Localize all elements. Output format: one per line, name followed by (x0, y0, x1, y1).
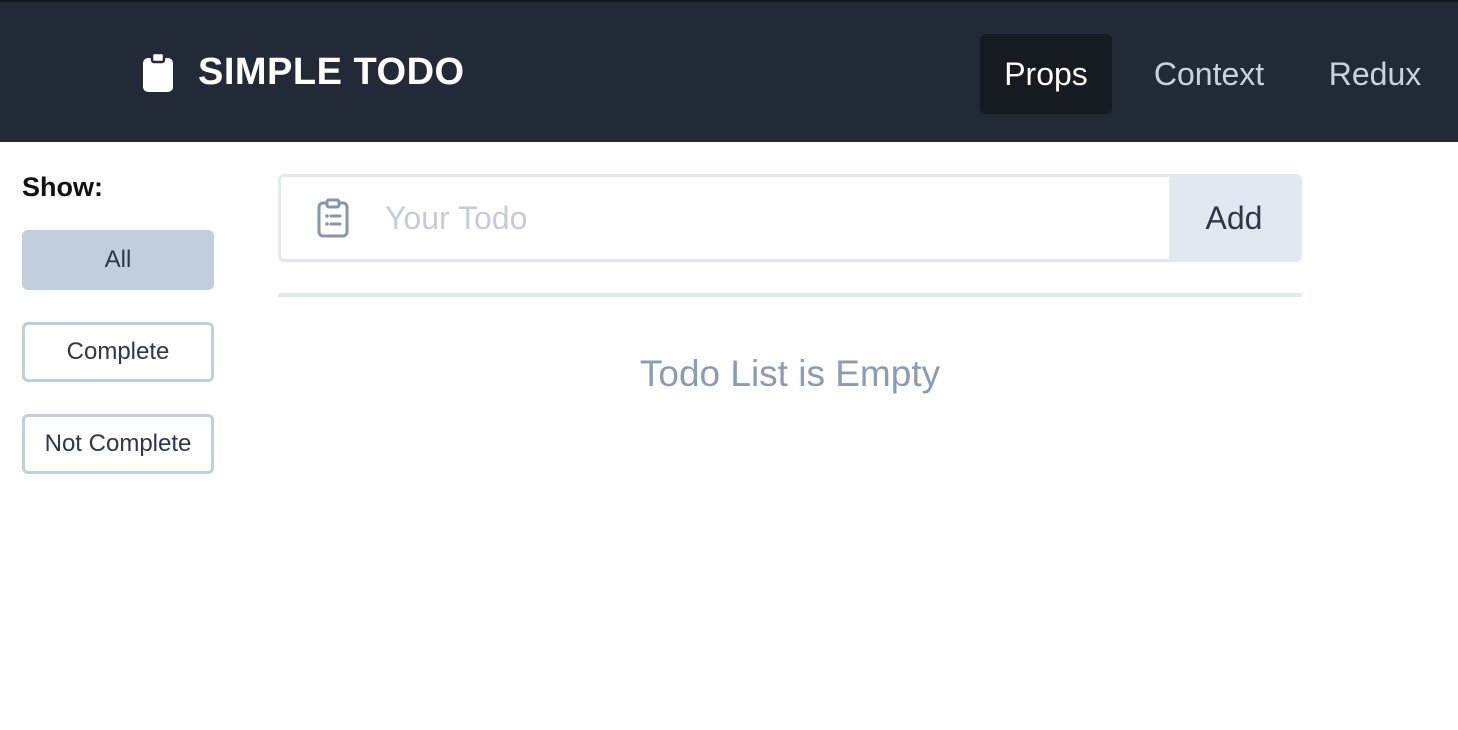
clipboard-list-icon (281, 177, 385, 259)
clipboard-icon (142, 52, 174, 92)
filter-complete-button[interactable]: Complete (22, 322, 214, 382)
app-title: SIMPLE TODO (198, 51, 465, 93)
filter-not-complete-button[interactable]: Not Complete (22, 414, 214, 474)
filter-heading: Show: (22, 172, 103, 202)
todo-input-group: Add (278, 174, 1302, 262)
filter-all-button[interactable]: All (22, 230, 214, 290)
navbar: SIMPLE TODO Props Context Redux (0, 0, 1458, 142)
brand[interactable]: SIMPLE TODO (142, 52, 465, 92)
nav-link-redux[interactable]: Redux (1304, 34, 1446, 114)
empty-list-message: Todo List is Empty (639, 353, 941, 394)
todo-input[interactable] (385, 177, 1169, 259)
divider (278, 293, 1302, 297)
nav-link-props[interactable]: Props (980, 34, 1112, 114)
add-todo-button[interactable]: Add (1169, 177, 1299, 259)
nav-link-context[interactable]: Context (1134, 34, 1284, 114)
